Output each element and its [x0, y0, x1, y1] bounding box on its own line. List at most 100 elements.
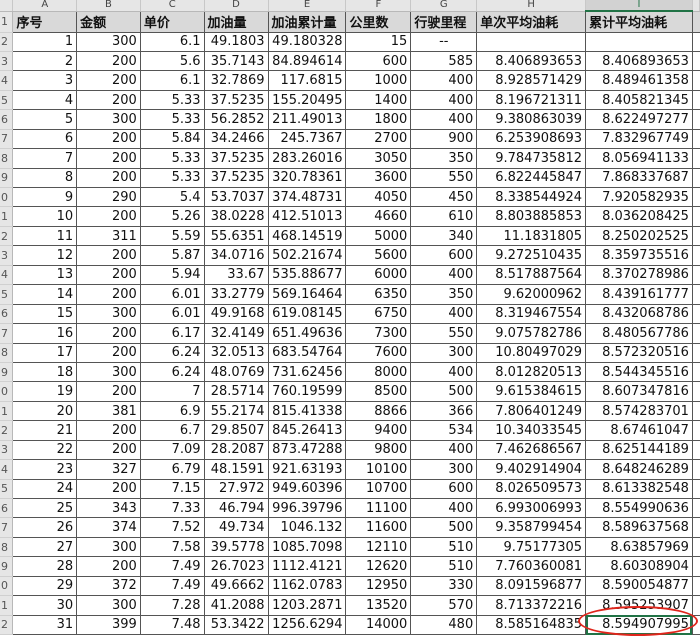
cell[interactable]: 400 [410, 70, 478, 91]
cell[interactable]: 400 [410, 265, 478, 286]
cell[interactable]: 815.41338 [268, 401, 347, 422]
cell[interactable]: 49.1803 [204, 32, 269, 52]
cell[interactable]: 1400 [345, 90, 412, 111]
row-header[interactable]: 5 [0, 284, 14, 305]
row-header[interactable]: 2 [0, 32, 14, 52]
row-header[interactable]: 7 [0, 129, 14, 150]
cell[interactable]: 7 [12, 148, 78, 169]
row-header[interactable]: 2 [0, 226, 14, 247]
cell[interactable]: 381 [76, 401, 141, 422]
cell[interactable]: 9.358799454 [476, 517, 587, 538]
cell[interactable]: 7.33 [140, 498, 205, 519]
cell[interactable]: 1256.6294 [268, 615, 347, 636]
cell[interactable]: 37.5235 [204, 148, 269, 169]
cell[interactable]: 55.2174 [204, 401, 269, 422]
cell[interactable]: 3600 [345, 168, 412, 189]
cell[interactable]: 35.7143 [204, 51, 269, 72]
cell[interactable]: 600 [345, 51, 412, 72]
row-header[interactable]: 5 [0, 479, 14, 500]
cell[interactable]: 343 [76, 498, 141, 519]
cell[interactable]: 7.806401249 [476, 401, 587, 422]
row-header[interactable]: 4 [0, 265, 14, 286]
cell[interactable]: 610 [410, 206, 478, 227]
cell[interactable]: 12 [12, 245, 78, 266]
cell[interactable]: 28.2087 [204, 440, 269, 461]
cell[interactable]: 48.1591 [204, 459, 269, 480]
header-cell[interactable]: 行驶里程 [410, 11, 478, 33]
cell[interactable]: 7.49 [140, 576, 205, 597]
cell[interactable]: 290 [76, 187, 141, 208]
cell[interactable]: 32.4149 [204, 323, 269, 344]
cell[interactable]: 8.554990636 [585, 498, 693, 519]
cell[interactable]: 300 [76, 109, 141, 130]
cell[interactable]: 350 [410, 148, 478, 169]
cell[interactable]: 283.26016 [268, 148, 347, 169]
cell[interactable]: 28.5714 [204, 381, 269, 402]
cell[interactable]: 13520 [345, 595, 412, 616]
row-header[interactable]: 8 [0, 537, 14, 558]
cell[interactable]: 569.16464 [268, 284, 347, 305]
cell[interactable]: 10 [12, 206, 78, 227]
cell[interactable]: 8.359735516 [585, 245, 693, 266]
cell[interactable]: 18 [12, 362, 78, 383]
cell[interactable]: 400 [410, 304, 478, 325]
cell[interactable]: 10.34033545 [476, 420, 587, 441]
row-header[interactable]: 0 [0, 381, 14, 402]
cell[interactable]: 26 [12, 517, 78, 538]
cell[interactable]: 17 [12, 343, 78, 363]
cell[interactable]: 8.613382548 [585, 479, 693, 500]
row-header[interactable]: 1 [0, 11, 14, 33]
cell[interactable]: 4 [12, 90, 78, 111]
cell[interactable] [692, 576, 700, 597]
cell[interactable]: 8.625144189 [585, 440, 693, 461]
cell[interactable]: 500 [410, 517, 478, 538]
cell[interactable]: 6.17 [140, 323, 205, 344]
cell[interactable]: 6000 [345, 265, 412, 286]
cell[interactable]: 8.589637568 [585, 517, 693, 538]
cell[interactable]: 8.67461047 [585, 420, 693, 441]
cell[interactable]: 585 [410, 51, 478, 72]
cell[interactable]: 300 [76, 32, 141, 52]
cell[interactable]: 245.7367 [268, 129, 347, 150]
cell[interactable] [692, 556, 700, 577]
cell[interactable]: 6.253908693 [476, 129, 587, 150]
column-header-f[interactable]: F [345, 0, 412, 12]
cell[interactable] [692, 362, 700, 383]
cell[interactable]: 41.2088 [204, 595, 269, 616]
cell[interactable]: 8.091596877 [476, 576, 587, 597]
cell[interactable]: 8500 [345, 381, 412, 402]
cell[interactable]: 8.432068786 [585, 304, 693, 325]
cell[interactable]: 7.48 [140, 615, 205, 636]
cell[interactable]: 200 [76, 284, 141, 305]
cell[interactable]: 300 [76, 595, 141, 616]
cell[interactable] [692, 479, 700, 500]
column-header-i[interactable]: I [585, 0, 693, 12]
cell[interactable]: 6.1 [140, 32, 205, 52]
header-cell[interactable]: 单次平均油耗 [476, 11, 587, 33]
row-header[interactable]: 5 [0, 90, 14, 111]
cell[interactable] [692, 440, 700, 461]
cell[interactable]: 7.28 [140, 595, 205, 616]
cell[interactable] [476, 32, 587, 52]
cell[interactable]: 56.2852 [204, 109, 269, 130]
cell[interactable]: 300 [410, 459, 478, 480]
row-header[interactable]: 0 [0, 576, 14, 597]
cell[interactable]: 5.33 [140, 148, 205, 169]
row-header[interactable]: 9 [0, 168, 14, 189]
cell[interactable]: 374.48731 [268, 187, 347, 208]
cell[interactable]: 8866 [345, 401, 412, 422]
cell[interactable]: 53.3422 [204, 615, 269, 636]
cell[interactable]: 320.78361 [268, 168, 347, 189]
cell[interactable]: 8.319467554 [476, 304, 587, 325]
cell[interactable]: 300 [76, 304, 141, 325]
cell[interactable]: 6.7 [140, 420, 205, 441]
cell[interactable]: 15 [345, 32, 412, 52]
cell[interactable]: 29 [12, 576, 78, 597]
cell[interactable]: 15 [12, 304, 78, 325]
cell[interactable]: 53.7037 [204, 187, 269, 208]
cell[interactable]: 26.7023 [204, 556, 269, 577]
cell[interactable]: 5.26 [140, 206, 205, 227]
cell[interactable]: 200 [76, 206, 141, 227]
cell[interactable]: 28 [12, 556, 78, 577]
cell[interactable] [692, 70, 700, 91]
